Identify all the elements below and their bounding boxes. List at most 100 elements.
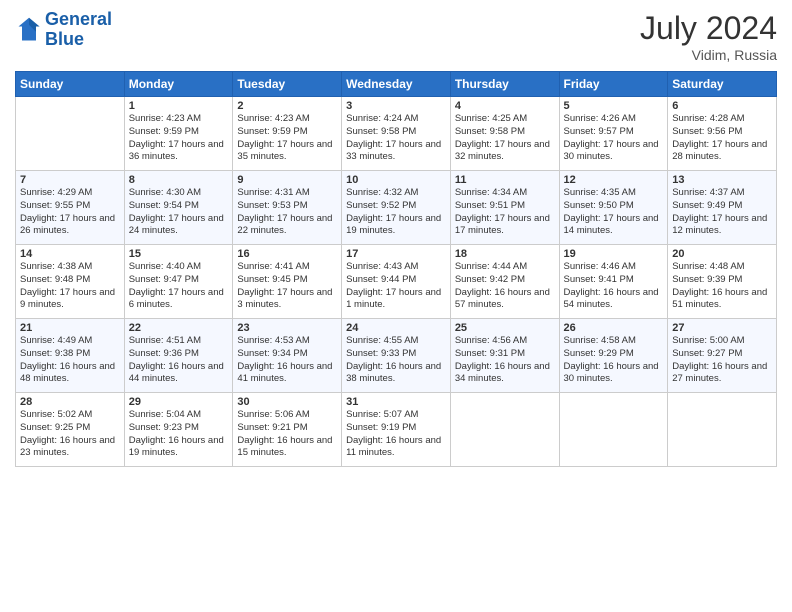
day-number: 16 xyxy=(237,248,337,260)
day-number: 3 xyxy=(346,100,446,112)
cell-content: Sunrise: 4:53 AMSunset: 9:34 PMDaylight:… xyxy=(237,335,337,386)
calendar-cell: 14Sunrise: 4:38 AMSunset: 9:48 PMDayligh… xyxy=(16,245,125,319)
cell-content: Sunrise: 4:49 AMSunset: 9:38 PMDaylight:… xyxy=(20,335,120,386)
calendar-cell xyxy=(16,97,125,171)
calendar-cell: 29Sunrise: 5:04 AMSunset: 9:23 PMDayligh… xyxy=(124,393,233,467)
title-block: July 2024 Vidim, Russia xyxy=(640,10,777,63)
day-number: 26 xyxy=(564,322,664,334)
calendar-cell: 28Sunrise: 5:02 AMSunset: 9:25 PMDayligh… xyxy=(16,393,125,467)
calendar-cell: 21Sunrise: 4:49 AMSunset: 9:38 PMDayligh… xyxy=(16,319,125,393)
header: General Blue July 2024 Vidim, Russia xyxy=(15,10,777,63)
day-number: 5 xyxy=(564,100,664,112)
col-monday: Monday xyxy=(124,72,233,97)
calendar-cell: 16Sunrise: 4:41 AMSunset: 9:45 PMDayligh… xyxy=(233,245,342,319)
col-tuesday: Tuesday xyxy=(233,72,342,97)
calendar-cell: 3Sunrise: 4:24 AMSunset: 9:58 PMDaylight… xyxy=(342,97,451,171)
logo-icon xyxy=(15,16,43,44)
calendar-cell xyxy=(668,393,777,467)
day-number: 9 xyxy=(237,174,337,186)
cell-content: Sunrise: 4:44 AMSunset: 9:42 PMDaylight:… xyxy=(455,261,555,312)
day-number: 15 xyxy=(129,248,229,260)
calendar-cell: 27Sunrise: 5:00 AMSunset: 9:27 PMDayligh… xyxy=(668,319,777,393)
day-number: 25 xyxy=(455,322,555,334)
calendar-cell: 2Sunrise: 4:23 AMSunset: 9:59 PMDaylight… xyxy=(233,97,342,171)
cell-content: Sunrise: 4:43 AMSunset: 9:44 PMDaylight:… xyxy=(346,261,446,312)
day-number: 30 xyxy=(237,396,337,408)
calendar-cell: 7Sunrise: 4:29 AMSunset: 9:55 PMDaylight… xyxy=(16,171,125,245)
day-number: 13 xyxy=(672,174,772,186)
day-number: 23 xyxy=(237,322,337,334)
col-saturday: Saturday xyxy=(668,72,777,97)
cell-content: Sunrise: 5:02 AMSunset: 9:25 PMDaylight:… xyxy=(20,409,120,460)
cell-content: Sunrise: 4:55 AMSunset: 9:33 PMDaylight:… xyxy=(346,335,446,386)
cell-content: Sunrise: 4:58 AMSunset: 9:29 PMDaylight:… xyxy=(564,335,664,386)
calendar-cell: 8Sunrise: 4:30 AMSunset: 9:54 PMDaylight… xyxy=(124,171,233,245)
calendar-cell: 23Sunrise: 4:53 AMSunset: 9:34 PMDayligh… xyxy=(233,319,342,393)
calendar-cell: 6Sunrise: 4:28 AMSunset: 9:56 PMDaylight… xyxy=(668,97,777,171)
day-number: 18 xyxy=(455,248,555,260)
cell-content: Sunrise: 4:26 AMSunset: 9:57 PMDaylight:… xyxy=(564,113,664,164)
calendar-cell xyxy=(450,393,559,467)
day-number: 19 xyxy=(564,248,664,260)
month-year: July 2024 xyxy=(640,10,777,47)
cell-content: Sunrise: 4:31 AMSunset: 9:53 PMDaylight:… xyxy=(237,187,337,238)
cell-content: Sunrise: 5:07 AMSunset: 9:19 PMDaylight:… xyxy=(346,409,446,460)
calendar-cell: 11Sunrise: 4:34 AMSunset: 9:51 PMDayligh… xyxy=(450,171,559,245)
day-number: 21 xyxy=(20,322,120,334)
day-number: 24 xyxy=(346,322,446,334)
calendar-week-4: 21Sunrise: 4:49 AMSunset: 9:38 PMDayligh… xyxy=(16,319,777,393)
cell-content: Sunrise: 4:23 AMSunset: 9:59 PMDaylight:… xyxy=(237,113,337,164)
header-row: Sunday Monday Tuesday Wednesday Thursday… xyxy=(16,72,777,97)
cell-content: Sunrise: 4:34 AMSunset: 9:51 PMDaylight:… xyxy=(455,187,555,238)
cell-content: Sunrise: 4:25 AMSunset: 9:58 PMDaylight:… xyxy=(455,113,555,164)
calendar-cell: 18Sunrise: 4:44 AMSunset: 9:42 PMDayligh… xyxy=(450,245,559,319)
day-number: 14 xyxy=(20,248,120,260)
calendar-cell: 5Sunrise: 4:26 AMSunset: 9:57 PMDaylight… xyxy=(559,97,668,171)
cell-content: Sunrise: 4:32 AMSunset: 9:52 PMDaylight:… xyxy=(346,187,446,238)
calendar-week-2: 7Sunrise: 4:29 AMSunset: 9:55 PMDaylight… xyxy=(16,171,777,245)
day-number: 29 xyxy=(129,396,229,408)
cell-content: Sunrise: 4:28 AMSunset: 9:56 PMDaylight:… xyxy=(672,113,772,164)
cell-content: Sunrise: 4:24 AMSunset: 9:58 PMDaylight:… xyxy=(346,113,446,164)
calendar-cell: 4Sunrise: 4:25 AMSunset: 9:58 PMDaylight… xyxy=(450,97,559,171)
cell-content: Sunrise: 4:29 AMSunset: 9:55 PMDaylight:… xyxy=(20,187,120,238)
day-number: 17 xyxy=(346,248,446,260)
cell-content: Sunrise: 4:41 AMSunset: 9:45 PMDaylight:… xyxy=(237,261,337,312)
calendar-cell: 10Sunrise: 4:32 AMSunset: 9:52 PMDayligh… xyxy=(342,171,451,245)
calendar-cell: 12Sunrise: 4:35 AMSunset: 9:50 PMDayligh… xyxy=(559,171,668,245)
calendar-cell: 15Sunrise: 4:40 AMSunset: 9:47 PMDayligh… xyxy=(124,245,233,319)
logo-text: General Blue xyxy=(45,10,112,50)
day-number: 31 xyxy=(346,396,446,408)
day-number: 27 xyxy=(672,322,772,334)
day-number: 11 xyxy=(455,174,555,186)
day-number: 7 xyxy=(20,174,120,186)
cell-content: Sunrise: 4:48 AMSunset: 9:39 PMDaylight:… xyxy=(672,261,772,312)
day-number: 28 xyxy=(20,396,120,408)
calendar-cell: 9Sunrise: 4:31 AMSunset: 9:53 PMDaylight… xyxy=(233,171,342,245)
cell-content: Sunrise: 5:04 AMSunset: 9:23 PMDaylight:… xyxy=(129,409,229,460)
calendar-week-5: 28Sunrise: 5:02 AMSunset: 9:25 PMDayligh… xyxy=(16,393,777,467)
calendar-cell: 25Sunrise: 4:56 AMSunset: 9:31 PMDayligh… xyxy=(450,319,559,393)
calendar-cell: 20Sunrise: 4:48 AMSunset: 9:39 PMDayligh… xyxy=(668,245,777,319)
col-sunday: Sunday xyxy=(16,72,125,97)
calendar-cell: 24Sunrise: 4:55 AMSunset: 9:33 PMDayligh… xyxy=(342,319,451,393)
cell-content: Sunrise: 4:40 AMSunset: 9:47 PMDaylight:… xyxy=(129,261,229,312)
cell-content: Sunrise: 4:30 AMSunset: 9:54 PMDaylight:… xyxy=(129,187,229,238)
calendar-cell: 19Sunrise: 4:46 AMSunset: 9:41 PMDayligh… xyxy=(559,245,668,319)
calendar-cell: 1Sunrise: 4:23 AMSunset: 9:59 PMDaylight… xyxy=(124,97,233,171)
calendar-week-1: 1Sunrise: 4:23 AMSunset: 9:59 PMDaylight… xyxy=(16,97,777,171)
day-number: 4 xyxy=(455,100,555,112)
calendar-cell: 31Sunrise: 5:07 AMSunset: 9:19 PMDayligh… xyxy=(342,393,451,467)
cell-content: Sunrise: 4:35 AMSunset: 9:50 PMDaylight:… xyxy=(564,187,664,238)
cell-content: Sunrise: 5:00 AMSunset: 9:27 PMDaylight:… xyxy=(672,335,772,386)
day-number: 6 xyxy=(672,100,772,112)
location: Vidim, Russia xyxy=(640,47,777,63)
logo: General Blue xyxy=(15,10,112,50)
calendar-week-3: 14Sunrise: 4:38 AMSunset: 9:48 PMDayligh… xyxy=(16,245,777,319)
cell-content: Sunrise: 4:56 AMSunset: 9:31 PMDaylight:… xyxy=(455,335,555,386)
day-number: 22 xyxy=(129,322,229,334)
day-number: 2 xyxy=(237,100,337,112)
cell-content: Sunrise: 4:46 AMSunset: 9:41 PMDaylight:… xyxy=(564,261,664,312)
calendar-cell: 26Sunrise: 4:58 AMSunset: 9:29 PMDayligh… xyxy=(559,319,668,393)
cell-content: Sunrise: 4:51 AMSunset: 9:36 PMDaylight:… xyxy=(129,335,229,386)
